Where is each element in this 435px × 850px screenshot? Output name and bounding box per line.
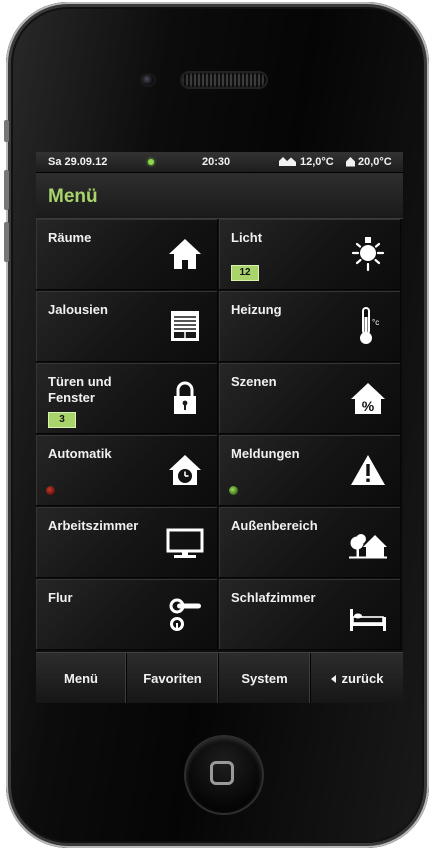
screen: Sa 29.09.12 20:30 12,0°C 20,0°C Menü Räu… <box>36 152 403 703</box>
title-bar: Menü <box>36 173 403 219</box>
connection-dot <box>148 159 154 165</box>
outdoor-houses-icon <box>279 157 296 166</box>
status-led-green <box>229 486 238 495</box>
house-clock-icon <box>169 455 201 485</box>
tile-label: Licht <box>231 230 263 245</box>
blinds-icon <box>171 311 199 341</box>
tab-label: Menü <box>64 671 98 686</box>
status-bar: Sa 29.09.12 20:30 12,0°C 20,0°C <box>36 152 403 173</box>
svg-text:%: % <box>362 398 375 414</box>
home-button[interactable] <box>186 737 262 813</box>
door-handle-icon <box>169 598 201 631</box>
page-title: Menü <box>48 186 98 207</box>
tile-tueren-und-fenster[interactable]: Türen und Fenster 3 <box>36 363 218 434</box>
tile-jalousien[interactable]: Jalousien <box>36 291 218 362</box>
tile-label: Türen und Fenster <box>48 374 112 405</box>
tile-label: Heizung <box>231 302 282 317</box>
light-bulb-icon <box>351 237 385 272</box>
tab-label: System <box>241 671 288 686</box>
count-badge: 3 <box>48 412 76 428</box>
home-square-icon <box>210 761 234 785</box>
front-camera <box>142 75 154 85</box>
warning-icon <box>351 455 385 485</box>
tab-label: zurück <box>341 671 384 686</box>
tile-label: Flur <box>48 590 73 605</box>
tile-flur[interactable]: Flur <box>36 579 218 650</box>
svg-text:°c: °c <box>372 318 379 327</box>
mute-switch <box>4 120 9 142</box>
tile-aussenbereich[interactable]: Außenbereich <box>219 507 401 578</box>
tile-licht[interactable]: Licht 12 <box>219 219 401 290</box>
house-icon <box>169 239 201 269</box>
tile-label: Meldungen <box>231 446 300 461</box>
tab-system[interactable]: System <box>219 653 311 703</box>
tile-label: Arbeitszimmer <box>48 518 139 533</box>
tile-schlafzimmer[interactable]: Schlafzimmer <box>219 579 401 650</box>
tile-automatik[interactable]: Automatik <box>36 435 218 506</box>
house-percent-icon: % <box>351 383 385 414</box>
count-badge: 12 <box>231 265 259 281</box>
tab-favoriten[interactable]: Favoriten <box>127 653 219 703</box>
tile-arbeitszimmer[interactable]: Arbeitszimmer <box>36 507 218 578</box>
status-led-red <box>46 486 55 495</box>
earpiece-speaker <box>182 73 266 87</box>
tab-label: Favoriten <box>143 671 202 686</box>
padlock-icon <box>174 381 196 414</box>
indoor-house-icon <box>346 157 355 167</box>
tile-label: Räume <box>48 230 92 245</box>
outdoor-temperature: 12,0°C <box>300 156 334 168</box>
status-time: 20:30 <box>202 156 231 168</box>
tile-raeume[interactable]: Räume <box>36 219 218 290</box>
monitor-icon <box>166 528 204 558</box>
tree-house-icon <box>349 534 387 559</box>
volume-up-button <box>4 170 9 210</box>
tile-label: Automatik <box>48 446 112 461</box>
status-date: Sa 29.09.12 <box>48 156 108 168</box>
bed-icon <box>350 609 386 631</box>
tile-heizung[interactable]: Heizung °c <box>219 291 401 362</box>
tile-label: Schlafzimmer <box>231 590 316 605</box>
indoor-temperature: 20,0°C <box>358 156 392 168</box>
menu-grid: Räume Licht 12 Jalousien Heizung °c Türe… <box>36 219 403 651</box>
tile-szenen[interactable]: Szenen % <box>219 363 401 434</box>
tile-label: Jalousien <box>48 302 108 317</box>
tile-label: Außenbereich <box>231 518 318 533</box>
thermometer-icon: °c <box>360 307 379 344</box>
tab-zurueck[interactable]: zurück <box>311 653 403 703</box>
tab-bar: Menü Favoriten System zurück <box>36 652 403 703</box>
tile-meldungen[interactable]: Meldungen <box>219 435 401 506</box>
tab-menue[interactable]: Menü <box>36 653 127 703</box>
back-arrow-icon <box>330 674 336 683</box>
tile-label: Szenen <box>231 374 277 389</box>
volume-down-button <box>4 222 9 262</box>
